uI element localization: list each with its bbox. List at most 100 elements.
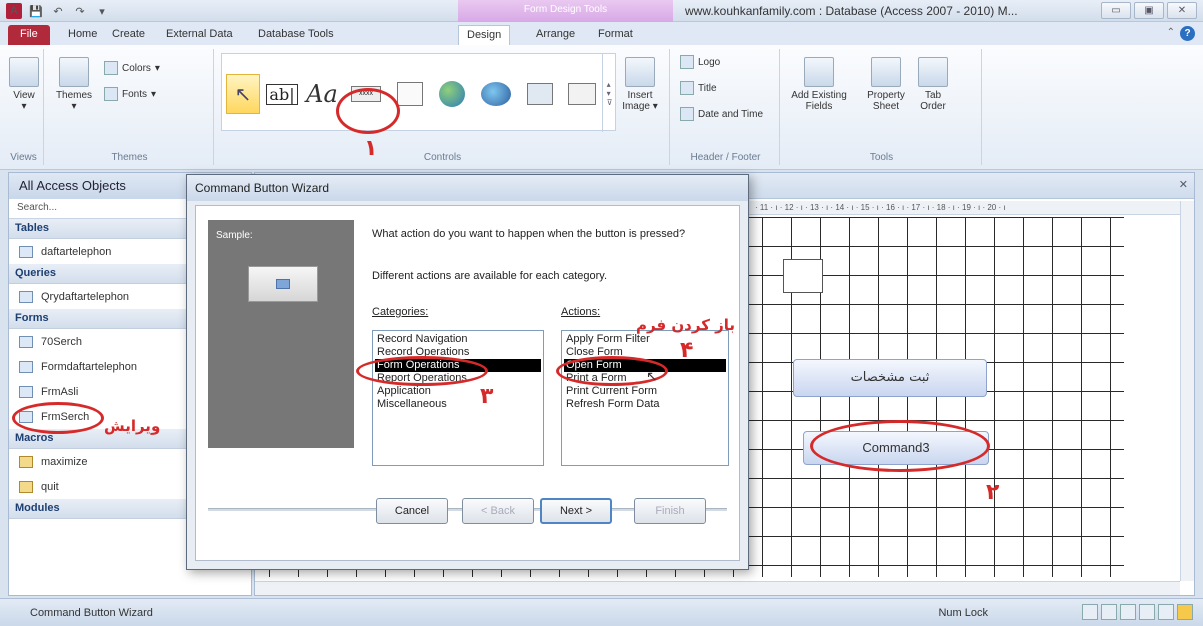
add-existing-fields-icon — [804, 57, 834, 87]
tab-format[interactable]: Format — [590, 25, 641, 45]
customize-icon[interactable]: ▾ — [94, 3, 110, 19]
category-item[interactable]: Miscellaneous — [375, 398, 541, 411]
nav-item-label: Qrydaftartelephon — [41, 290, 130, 303]
category-item[interactable]: Record Navigation — [375, 333, 541, 346]
close-icon[interactable]: ✕ — [1167, 2, 1197, 19]
undo-icon[interactable]: ↶ — [50, 3, 66, 19]
quick-access-toolbar: A 💾 ↶ ↷ ▾ — [6, 3, 110, 19]
nav-item-label: daftartelephon — [41, 245, 112, 258]
annotation-ellipse-button-control — [336, 88, 400, 134]
print-preview-icon[interactable] — [1139, 604, 1155, 620]
textbox-control-icon[interactable]: ab| — [264, 74, 300, 114]
action-item[interactable]: Print Current Form — [564, 385, 726, 398]
web-browser-icon[interactable] — [476, 74, 516, 114]
submit-details-button[interactable]: ثبت مشخصات — [793, 359, 987, 397]
pivot-view-icon[interactable] — [1158, 604, 1174, 620]
controls-group-label: Controls — [423, 152, 462, 163]
action-item[interactable]: Refresh Form Data — [564, 398, 726, 411]
title-button[interactable]: Title — [680, 81, 717, 95]
sample-label: Sample: — [216, 230, 253, 241]
form-view-icon[interactable] — [1082, 604, 1098, 620]
actions-listbox[interactable]: Apply Form Filter Close Form Open Form P… — [561, 330, 729, 466]
option-group-icon[interactable] — [564, 74, 600, 114]
annotation-number-2: ۲ — [986, 480, 1000, 505]
view-button[interactable]: View ▾ — [8, 57, 40, 112]
macro-icon — [19, 455, 33, 468]
fonts-button[interactable]: Fonts ▾ — [104, 87, 156, 101]
colors-label: Colors — [122, 62, 151, 74]
sample-button-preview — [248, 266, 318, 302]
categories-listbox[interactable]: Record Navigation Record Operations Form… — [372, 330, 544, 466]
finish-button[interactable]: Finish — [634, 498, 706, 524]
tab-home[interactable]: Home — [60, 25, 105, 45]
themes-group-label: Themes — [111, 152, 148, 163]
annotation-number-4: ۴ — [680, 338, 694, 363]
action-item[interactable]: Apply Form Filter — [564, 333, 726, 346]
header-footer-group: Logo Title Date and Time Header / Footer — [672, 49, 780, 165]
add-existing-fields-label: Add Existing Fields — [791, 90, 847, 112]
horizontal-scrollbar[interactable] — [255, 581, 1180, 595]
category-item[interactable]: Application — [375, 385, 541, 398]
view-icon — [9, 57, 39, 87]
design-view-icon[interactable] — [1177, 604, 1193, 620]
hyperlink-icon[interactable] — [434, 74, 470, 114]
cancel-button[interactable]: Cancel — [376, 498, 448, 524]
tab-file[interactable]: File — [8, 25, 50, 45]
datasheet-view-icon[interactable] — [1101, 604, 1117, 620]
label-control-icon[interactable]: Aa — [304, 74, 340, 114]
next-button[interactable]: Next > — [540, 498, 612, 524]
status-bar: Command Button Wizard Num Lock — [0, 598, 1203, 626]
tab-design[interactable]: Design — [458, 25, 511, 45]
insert-image-button[interactable]: Insert Image ▾ — [616, 57, 664, 112]
layout-view-icon[interactable] — [1120, 604, 1136, 620]
tab-create[interactable]: Create — [104, 25, 153, 45]
annotation-ellipse-form-operations — [356, 356, 488, 386]
property-sheet-label: Property Sheet — [867, 90, 905, 112]
close-document-icon[interactable]: ✕ — [1179, 178, 1188, 191]
controls-gallery: ↖ ab| Aa xxxx ▴ ▾ ⊽ — [221, 53, 616, 132]
form-control-placeholder[interactable] — [783, 259, 823, 293]
logo-icon — [680, 55, 694, 69]
dialog-body: Sample: What action do you want to happe… — [195, 205, 740, 561]
views-group-label: Views — [10, 152, 37, 163]
table-icon — [19, 245, 33, 258]
tab-database-tools[interactable]: Database Tools — [250, 25, 342, 45]
wizard-question: What action do you want to happen when t… — [372, 228, 686, 240]
title-bar: A 💾 ↶ ↷ ▾ Form Design Tools www.kouhkanf… — [0, 0, 1203, 22]
themes-button[interactable]: Themes ▾ — [54, 57, 94, 112]
annotation-open-form-label: باز کردن فرم — [636, 316, 736, 334]
window-controls: ▭ ▣ ✕ — [1101, 2, 1197, 19]
minimize-icon[interactable]: ▭ — [1101, 2, 1131, 19]
redo-icon[interactable]: ↷ — [72, 3, 88, 19]
macro-icon — [19, 480, 33, 493]
navigation-control-icon[interactable] — [522, 74, 558, 114]
maximize-icon[interactable]: ▣ — [1134, 2, 1164, 19]
controls-group: ↖ ab| Aa xxxx ▴ ▾ ⊽ Insert Image ▾ Control… — [216, 49, 670, 165]
colors-button[interactable]: Colors ▾ — [104, 61, 160, 75]
vertical-scrollbar[interactable] — [1180, 201, 1194, 581]
title-icon — [680, 81, 694, 95]
back-button[interactable]: < Back — [462, 498, 534, 524]
access-logo-icon: A — [6, 3, 22, 19]
tab-external-data[interactable]: External Data — [158, 25, 241, 45]
select-pointer-icon[interactable]: ↖ — [226, 74, 260, 114]
save-icon[interactable]: 💾 — [28, 3, 44, 19]
logo-button[interactable]: Logo — [680, 55, 720, 69]
minimize-ribbon-icon[interactable]: ⌃ — [1167, 27, 1175, 38]
form-icon — [19, 385, 33, 398]
property-sheet-icon — [871, 57, 901, 87]
tab-order-icon — [918, 57, 948, 87]
tab-arrange[interactable]: Arrange — [528, 25, 583, 45]
title-label: Title — [698, 82, 717, 94]
sample-button-icon — [276, 279, 290, 289]
sample-preview: Sample: — [208, 220, 354, 448]
logo-label: Logo — [698, 56, 721, 68]
date-time-button[interactable]: Date and Time — [680, 107, 763, 121]
help-icon[interactable]: ? — [1180, 26, 1195, 41]
date-time-icon — [680, 107, 694, 121]
property-sheet-button[interactable]: Property Sheet — [862, 57, 910, 112]
themes-button-label: Themes — [55, 90, 93, 101]
add-existing-fields-button[interactable]: Add Existing Fields — [788, 57, 850, 112]
gallery-more-icon[interactable]: ▴ ▾ ⊽ — [602, 54, 616, 132]
tab-order-button[interactable]: Tab Order — [916, 57, 950, 112]
